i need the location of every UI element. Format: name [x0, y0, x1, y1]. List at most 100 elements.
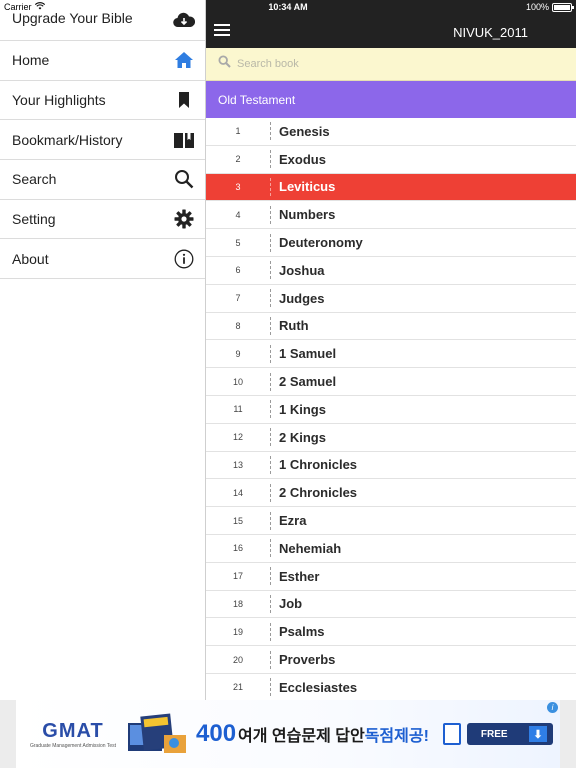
book-row[interactable]: 2 Exodus: [206, 146, 576, 174]
row-divider: [270, 622, 271, 641]
main-panel: NIVUK_2011 Search book Old Testament 1 Ge…: [206, 0, 576, 700]
book-number: 2: [235, 154, 241, 165]
book-row[interactable]: 6 Joshua: [206, 257, 576, 285]
home-icon: [173, 49, 195, 71]
book-number: 7: [235, 293, 241, 304]
sidebar-item-home[interactable]: Home: [0, 41, 205, 81]
book-name: Ezra: [279, 513, 307, 529]
book-number: 17: [232, 571, 243, 582]
book-row[interactable]: 17 Esther: [206, 563, 576, 591]
sidebar-item-bookmark-history[interactable]: Bookmark/History: [0, 120, 205, 161]
ad-button-label: FREE: [480, 728, 508, 740]
book-row[interactable]: 14 2 Chronicles: [206, 479, 576, 508]
row-divider: [270, 316, 271, 335]
ad-free-download-button[interactable]: FREE ⬇: [466, 723, 553, 745]
book-number: 21: [232, 682, 243, 693]
book-number: 15: [232, 515, 243, 526]
book-number: 20: [232, 654, 243, 665]
sidebar-item-label: Home: [12, 52, 50, 69]
book-row[interactable]: 20 Proverbs: [206, 646, 576, 674]
row-divider: [270, 539, 271, 558]
book-row[interactable]: 5 Deuteronomy: [206, 229, 576, 257]
book-row[interactable]: 18 Job: [206, 591, 576, 619]
info-icon: [173, 248, 195, 270]
sidebar-item-label: Your Highlights: [12, 92, 106, 109]
document-icon: [442, 723, 461, 745]
book-name: 1 Chronicles: [279, 457, 358, 473]
search-book-input[interactable]: Search book: [237, 58, 299, 70]
ad-logo-text: GMAT: [42, 719, 104, 742]
sidebar-item-highlights[interactable]: Your Highlights: [0, 81, 205, 121]
book-row[interactable]: 11 1 Kings: [206, 396, 576, 424]
battery-percent: 100%: [525, 2, 549, 12]
book-row[interactable]: 19 Psalms: [206, 618, 576, 647]
book-row[interactable]: 12 2 Kings: [206, 424, 576, 452]
book-name: Leviticus: [279, 179, 336, 195]
book-name: Esther: [279, 568, 320, 584]
book-row[interactable]: 4 Numbers: [206, 201, 576, 230]
search-book-bar[interactable]: Search book: [206, 48, 576, 81]
status-right: 100%: [525, 2, 574, 12]
book-row[interactable]: 1 Genesis: [206, 118, 576, 146]
sidebar-item-label: Bookmark/History: [12, 131, 123, 148]
row-divider: [270, 511, 271, 530]
book-name: Exodus: [279, 151, 326, 167]
ad-books-graphic: [124, 709, 192, 759]
book-row[interactable]: 16 Nehemiah: [206, 535, 576, 563]
book-row[interactable]: 3 Leviticus: [206, 173, 576, 202]
version-title[interactable]: NIVUK_2011: [453, 25, 528, 40]
hamburger-menu-icon[interactable]: [214, 24, 230, 38]
row-divider: [270, 400, 271, 419]
row-divider: [270, 344, 271, 363]
row-divider: [270, 650, 271, 669]
sidebar-item-about[interactable]: About: [0, 239, 205, 280]
row-divider: [270, 150, 271, 169]
book-name: 1 Samuel: [279, 346, 337, 362]
book-number: 14: [232, 487, 243, 498]
sidebar-item-search[interactable]: Search: [0, 160, 205, 200]
book-number: 4: [235, 209, 241, 220]
book-number: 3: [235, 181, 241, 192]
ad-banner[interactable]: GMAT Graduate Management Admission Test …: [16, 700, 560, 768]
row-divider: [270, 455, 271, 474]
book-number: 13: [232, 459, 243, 470]
book-name: Ecclesiastes: [279, 679, 358, 695]
ad-text-highlight: 독점제공!: [364, 728, 429, 745]
book-name: Ruth: [279, 318, 309, 334]
book-number: 9: [235, 348, 241, 359]
row-divider: [270, 483, 271, 502]
book-row[interactable]: 10 2 Samuel: [206, 368, 576, 396]
ad-number: 400: [196, 720, 237, 747]
row-divider: [270, 289, 271, 308]
ad-info-icon[interactable]: i: [547, 702, 558, 713]
row-divider: [270, 567, 271, 586]
battery-icon: [552, 2, 574, 12]
book-row[interactable]: 9 1 Samuel: [206, 340, 576, 369]
row-divider: [270, 594, 271, 613]
status-bar: Carrier 10:34 AM 100%: [0, 0, 576, 16]
book-name: 1 Kings: [279, 401, 326, 417]
book-name: Genesis: [279, 123, 330, 139]
book-name: Psalms: [279, 624, 325, 640]
book-name: Nehemiah: [279, 540, 342, 556]
row-divider: [270, 205, 271, 224]
book-name: Job: [279, 596, 303, 612]
book-name: Judges: [279, 290, 325, 306]
sidebar-item-setting[interactable]: Setting: [0, 200, 205, 240]
section-header-old-testament: Old Testament: [206, 81, 576, 118]
book-row[interactable]: 8 Ruth: [206, 313, 576, 341]
book-row[interactable]: 21 Ecclesiastes: [206, 674, 576, 700]
book-row[interactable]: 15 Ezra: [206, 507, 576, 535]
book-row[interactable]: 7 Judges: [206, 285, 576, 313]
book-row[interactable]: 13 1 Chronicles: [206, 452, 576, 480]
bookmark-icon: [173, 89, 195, 111]
search-icon: [173, 168, 195, 190]
book-name: 2 Samuel: [279, 374, 337, 390]
search-icon: [218, 55, 231, 73]
book-number: 12: [232, 432, 243, 443]
book-name: 2 Chronicles: [279, 485, 358, 501]
row-divider: [270, 233, 271, 252]
ad-logo-subtitle: Graduate Management Admission Test: [29, 742, 117, 749]
sidebar-item-label: About: [12, 250, 49, 267]
ad-headline: 400 여개 연습문제 답안 독점제공!: [196, 720, 429, 748]
